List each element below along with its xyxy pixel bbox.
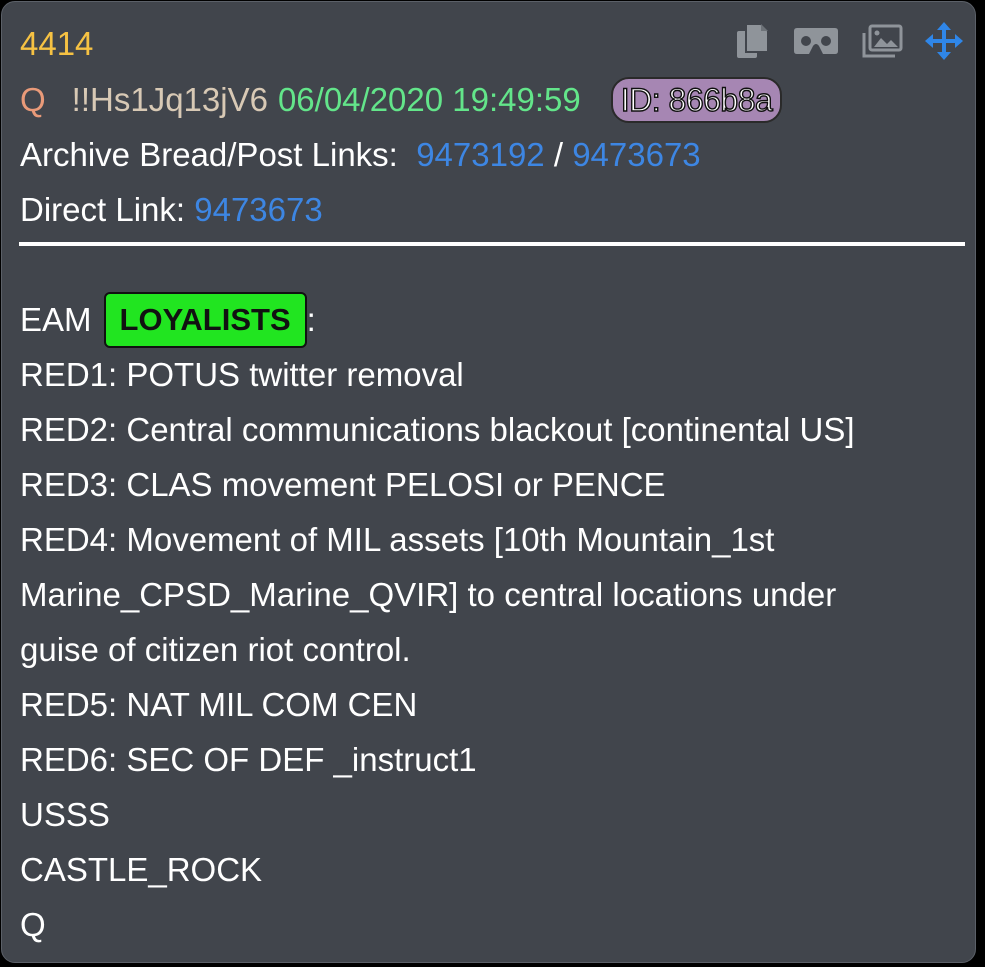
post-card: 4414 Q !!Hs1Jq13jV6 06/04/2020 19:49:59 … bbox=[1, 1, 976, 963]
body-line-red6: RED6: SEC OF DEF _instruct1 bbox=[20, 741, 477, 778]
vr-goggles-icon[interactable] bbox=[793, 26, 839, 56]
archive-post-link[interactable]: 9473673 bbox=[572, 136, 700, 173]
author-name: Q bbox=[20, 81, 46, 118]
body-line-usss: USSS bbox=[20, 796, 110, 833]
post-meta: Q !!Hs1Jq13jV6 06/04/2020 19:49:59 ID: 8… bbox=[20, 77, 783, 123]
copy-icon[interactable] bbox=[735, 22, 771, 60]
post-number: 4414 bbox=[20, 25, 94, 62]
body-line-castle-rock: CASTLE_ROCK bbox=[20, 851, 263, 888]
direct-link-row: Direct Link: 9473673 bbox=[20, 190, 323, 230]
body-line-red4-cont1: Marine_CPSD_Marine_QVIR] to central loca… bbox=[20, 576, 837, 613]
image-gallery-icon[interactable] bbox=[861, 24, 903, 58]
body-line-red2: RED2: Central communications blackout [c… bbox=[20, 411, 855, 448]
archive-bread-link[interactable]: 9473192 bbox=[416, 136, 544, 173]
loyalists-highlight: LOYALISTS bbox=[103, 291, 307, 348]
body-line-red3: RED3: CLAS movement PELOSI or PENCE bbox=[20, 466, 666, 503]
eam-suffix: : bbox=[306, 301, 316, 338]
direct-link[interactable]: 9473673 bbox=[194, 191, 322, 228]
eam-line: EAM LOYALISTS : bbox=[20, 291, 965, 348]
body-line-red4-cont2: guise of citizen riot control. bbox=[20, 631, 411, 668]
link-separator: / bbox=[553, 136, 564, 173]
direct-link-label: Direct Link: bbox=[20, 191, 186, 228]
eam-prefix: EAM bbox=[20, 301, 92, 338]
body-line-red1: RED1: POTUS twitter removal bbox=[20, 356, 464, 393]
body-line-red5: RED5: NAT MIL COM CEN bbox=[20, 686, 418, 723]
body-line-signature: Q bbox=[20, 906, 46, 943]
body-line-red4: RED4: Movement of MIL assets [10th Mount… bbox=[20, 521, 775, 558]
archive-links-label: Archive Bread/Post Links: bbox=[20, 136, 398, 173]
header-divider bbox=[19, 242, 965, 246]
post-body: EAM LOYALISTS : RED1: POTUS twitter remo… bbox=[20, 291, 965, 952]
tripcode: !!Hs1Jq13jV6 bbox=[71, 81, 268, 118]
post-toolbar bbox=[735, 22, 963, 60]
post-timestamp: 06/04/2020 19:49:59 bbox=[277, 81, 581, 118]
poster-id-badge[interactable]: ID: 866b8a bbox=[610, 77, 783, 123]
archive-links-row: Archive Bread/Post Links: 9473192 / 9473… bbox=[20, 135, 701, 175]
move-arrows-icon[interactable] bbox=[925, 22, 963, 60]
